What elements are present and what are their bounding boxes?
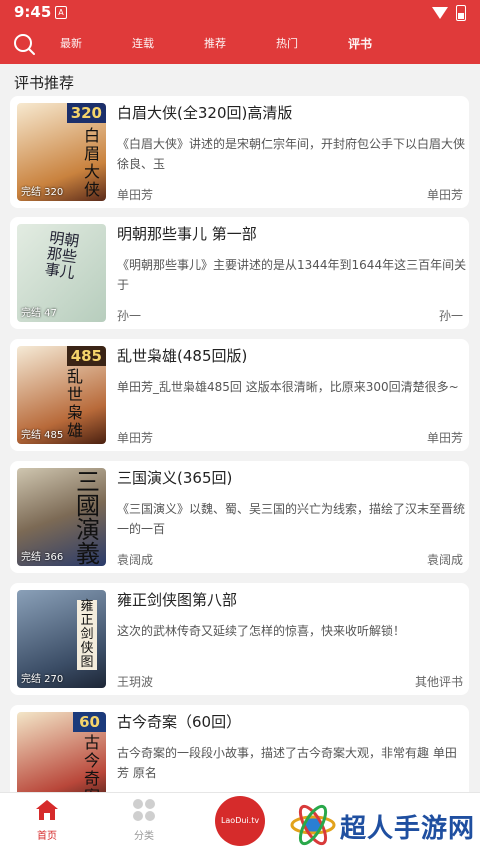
book-status: 完结 366	[21, 552, 64, 563]
book-card[interactable]: 明朝那些事儿 完结 47 明朝那些事儿 第一部 《明朝那些事儿》主要讲述的是从1…	[10, 217, 469, 329]
top-nav: 最新 连载 推荐 热门 评书	[0, 26, 480, 64]
cover-text: 三國演義	[76, 468, 100, 566]
book-narrator: 孙一	[438, 309, 463, 323]
center-play-button[interactable]: LaoDui.tv	[215, 796, 265, 846]
wifi-icon	[432, 7, 448, 19]
tab-latest[interactable]: 最新	[60, 26, 82, 64]
cover-number: 320	[66, 103, 106, 123]
status-time: 9:45	[14, 3, 52, 21]
cover-text: 乱世枭雄	[67, 367, 84, 440]
book-title: 雍正剑侠图第八部	[117, 591, 238, 609]
book-author: 孙一	[117, 309, 142, 323]
nav-home-label: 首页	[37, 831, 57, 842]
book-author: 单田芳	[117, 188, 154, 202]
nav-category[interactable]: 分类	[114, 799, 174, 842]
book-status: 完结 47	[21, 308, 57, 319]
book-cover: 485 乱世枭雄 完结 485	[17, 346, 106, 444]
book-narrator: 其他评书	[414, 675, 463, 689]
grid-icon	[133, 799, 155, 821]
section-title: 评书推荐	[14, 74, 75, 92]
home-icon	[36, 800, 58, 820]
watermark-text: 超人手游网	[340, 814, 476, 844]
tab-recommend[interactable]: 推荐	[204, 26, 226, 64]
book-description: 《明朝那些事儿》主要讲述的是从1344年到1644年这三百年间关于	[117, 258, 467, 292]
book-card[interactable]: 320 白眉大侠 完结 320 白眉大侠(全320回)高清版 《白眉大侠》讲述的…	[10, 96, 469, 208]
cover-number: 485	[66, 346, 106, 366]
book-author: 袁阔成	[117, 553, 154, 567]
tab-pingshu[interactable]: 评书	[348, 26, 372, 64]
book-narrator: 单田芳	[426, 431, 463, 445]
book-description: 这次的武林传奇又延续了怎样的惊喜，快来收听解锁！	[117, 624, 406, 638]
cover-text: 雍正剑侠图	[77, 600, 97, 670]
battery-icon	[456, 5, 466, 21]
book-cover: 三國演義 完结 366	[17, 468, 106, 566]
book-cover: 明朝那些事儿 完结 47	[17, 224, 106, 322]
book-description: 《白眉大侠》讲述的是宋朝仁宗年间，开封府包公手下以白眉大侠徐良、玉	[117, 137, 466, 171]
book-author: 王玥波	[117, 675, 154, 689]
book-card[interactable]: 雍正剑侠图 完结 270 雍正剑侠图第八部 这次的武林传奇又延续了怎样的惊喜，快…	[10, 583, 469, 695]
notification-icon: A	[55, 6, 67, 19]
book-status: 完结 270	[21, 674, 64, 685]
cover-text: 白眉大侠	[84, 126, 101, 199]
search-icon[interactable]	[12, 32, 36, 56]
book-card[interactable]: 485 乱世枭雄 完结 485 乱世枭雄(485回版) 单田芳_乱世枭雄485回…	[10, 339, 469, 451]
book-card[interactable]: 60 古今奇案 古今奇案（60回） 古今奇案的一段段小故事，描述了古今奇案大观，…	[10, 705, 469, 810]
book-description: 《三国演义》以魏、蜀、吴三国的兴亡为线索，描绘了汉末至晋统一的一百	[117, 502, 466, 536]
book-title: 明朝那些事儿 第一部	[117, 225, 257, 243]
tab-bar: 最新 连载 推荐 热门 评书	[60, 26, 422, 64]
nav-home[interactable]: 首页	[17, 799, 77, 842]
book-status: 完结 320	[21, 187, 64, 198]
watermark: 超人手游网	[290, 800, 480, 850]
cover-number: 60	[73, 712, 106, 732]
book-status: 完结 485	[21, 430, 64, 441]
book-title: 乱世枭雄(485回版)	[117, 347, 248, 365]
watermark-logo-icon	[290, 804, 336, 846]
book-narrator: 单田芳	[426, 188, 463, 202]
book-author: 单田芳	[117, 431, 154, 445]
book-title: 三国演义(365回)	[117, 469, 233, 487]
book-card[interactable]: 三國演義 完结 366 三国演义(365回) 《三国演义》以魏、蜀、吴三国的兴亡…	[10, 461, 469, 573]
book-description: 单田芳_乱世枭雄485回 这版本很清晰，比原来300回清楚很多~	[117, 380, 459, 394]
cover-text: 明朝那些事儿	[43, 228, 81, 283]
book-cover: 雍正剑侠图 完结 270	[17, 590, 106, 688]
status-bar: 9:45 A	[0, 0, 480, 26]
tab-serial[interactable]: 连载	[132, 26, 154, 64]
book-title: 古今奇案（60回）	[117, 713, 242, 731]
nav-category-label: 分类	[134, 831, 154, 842]
book-narrator: 袁阔成	[426, 553, 463, 567]
tab-hot[interactable]: 热门	[276, 26, 298, 64]
system-icons	[432, 5, 466, 21]
book-description: 古今奇案的一段段小故事，描述了古今奇案大观，非常有趣 单田芳 原名	[117, 746, 457, 780]
book-cover: 320 白眉大侠 完结 320	[17, 103, 106, 201]
book-title: 白眉大侠(全320回)高清版	[117, 104, 293, 122]
